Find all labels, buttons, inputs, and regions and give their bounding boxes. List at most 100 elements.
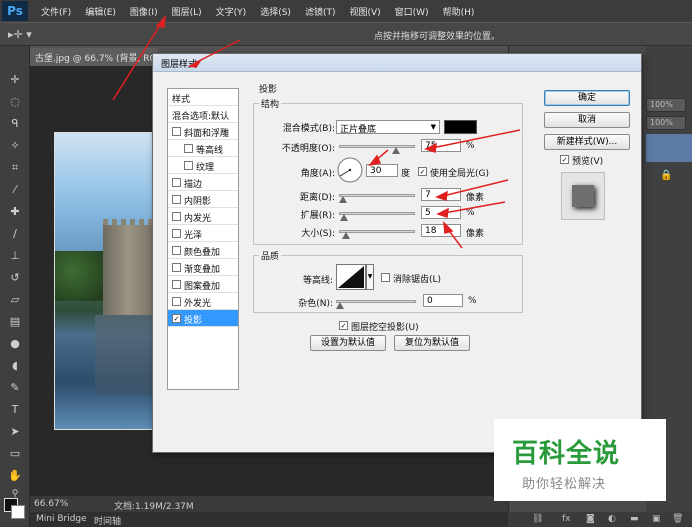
effect-item[interactable]: 渐变叠加: [168, 259, 238, 276]
effect-checkbox[interactable]: [172, 178, 181, 187]
clone-stamp-tool-icon[interactable]: ⊥: [7, 248, 23, 264]
noise-input[interactable]: 0: [423, 294, 463, 307]
spread-slider-track[interactable]: [339, 212, 415, 215]
menu-file[interactable]: 文件(F): [34, 5, 78, 18]
effect-checkbox[interactable]: [172, 280, 181, 289]
hand-tool-icon[interactable]: ✋: [7, 468, 23, 484]
size-slider-thumb[interactable]: [342, 232, 350, 239]
move-tool-preset-icon[interactable]: ▸✛ ▾: [8, 28, 32, 41]
tab-mini-bridge[interactable]: Mini Bridge: [36, 514, 87, 524]
effect-checkbox[interactable]: [172, 212, 181, 221]
antialias-checkbox[interactable]: [381, 273, 390, 282]
knockout-checkbox[interactable]: ✓: [339, 321, 348, 330]
effect-checkbox[interactable]: [172, 263, 181, 272]
ok-button[interactable]: 确定: [544, 90, 630, 106]
document-tab[interactable]: 古堡.jpg @ 66.7% (背景, RGB/8): [30, 48, 158, 66]
noise-slider-thumb[interactable]: [336, 302, 344, 309]
contour-dropdown-icon[interactable]: ▼: [366, 264, 374, 290]
type-tool-icon[interactable]: T: [7, 402, 23, 418]
opacity-slider-track[interactable]: [339, 145, 415, 148]
new-style-button[interactable]: 新建样式(W)...: [544, 134, 630, 150]
crop-tool-icon[interactable]: ⌗: [7, 160, 23, 176]
effect-checkbox[interactable]: [172, 246, 181, 255]
delete-layer-icon[interactable]: 🗑: [672, 514, 683, 524]
distance-slider-track[interactable]: [339, 194, 415, 197]
opacity-field[interactable]: 100%: [646, 98, 686, 112]
lasso-tool-icon[interactable]: ᑫ: [7, 116, 23, 132]
angle-dial[interactable]: [336, 156, 364, 184]
move-tool-icon[interactable]: ✛: [7, 72, 23, 88]
noise-slider-track[interactable]: [336, 300, 416, 303]
style-list-header[interactable]: 样式: [168, 89, 238, 106]
set-default-button[interactable]: 设置为默认值: [310, 335, 386, 351]
spread-slider-thumb[interactable]: [340, 214, 348, 221]
effect-item[interactable]: ✓ 投影: [168, 310, 238, 327]
effect-checkbox[interactable]: ✓: [172, 314, 181, 323]
preview-checkbox[interactable]: ✓: [560, 155, 569, 164]
link-layers-icon[interactable]: ⛓: [532, 514, 543, 524]
blending-options-item[interactable]: 混合选项:默认: [168, 106, 238, 123]
menu-edit[interactable]: 编辑(E): [78, 5, 123, 18]
cancel-button[interactable]: 取消: [544, 112, 630, 128]
menu-image[interactable]: 图像(I): [123, 5, 165, 18]
menu-select[interactable]: 选择(S): [253, 5, 298, 18]
global-light-checkbox[interactable]: ✓: [418, 167, 427, 176]
effect-item[interactable]: 内发光: [168, 208, 238, 225]
effect-checkbox[interactable]: [184, 144, 193, 153]
dialog-titlebar[interactable]: 图层样式: [153, 54, 641, 72]
opacity-slider-thumb[interactable]: [392, 147, 400, 154]
new-group-icon[interactable]: ▬: [630, 514, 639, 524]
magic-wand-tool-icon[interactable]: ✧: [7, 138, 23, 154]
path-selection-tool-icon[interactable]: ➤: [7, 424, 23, 440]
menu-window[interactable]: 窗口(W): [388, 5, 436, 18]
add-mask-icon[interactable]: ◙: [586, 514, 595, 524]
effect-checkbox[interactable]: [172, 229, 181, 238]
effect-checkbox[interactable]: [184, 161, 193, 170]
effect-item[interactable]: 纹理: [168, 157, 238, 174]
menu-filter[interactable]: 滤镜(T): [298, 5, 343, 18]
adjustment-layer-icon[interactable]: ◐: [608, 514, 616, 524]
menu-help[interactable]: 帮助(H): [436, 5, 482, 18]
spread-input[interactable]: 5: [421, 206, 461, 219]
menu-type[interactable]: 文字(Y): [209, 5, 254, 18]
eyedropper-tool-icon[interactable]: ⁄: [7, 182, 23, 198]
brush-tool-icon[interactable]: ∕: [7, 226, 23, 242]
effect-item[interactable]: 内阴影: [168, 191, 238, 208]
shape-tool-icon[interactable]: ▭: [7, 446, 23, 462]
contour-picker[interactable]: [336, 264, 366, 290]
eraser-tool-icon[interactable]: ▱: [7, 292, 23, 308]
effect-item[interactable]: 外发光: [168, 293, 238, 310]
blur-tool-icon[interactable]: ●: [7, 336, 23, 352]
history-brush-tool-icon[interactable]: ↺: [7, 270, 23, 286]
blend-mode-select[interactable]: 正片叠底 ▼: [336, 120, 440, 135]
opacity-input[interactable]: 75: [421, 139, 461, 152]
effect-checkbox[interactable]: [172, 195, 181, 204]
effect-checkbox[interactable]: [172, 297, 181, 306]
distance-slider-thumb[interactable]: [339, 196, 347, 203]
angle-input[interactable]: 30: [366, 164, 398, 177]
effect-item[interactable]: 斜面和浮雕: [168, 123, 238, 140]
effect-item[interactable]: 图案叠加: [168, 276, 238, 293]
gradient-tool-icon[interactable]: ▤: [7, 314, 23, 330]
fx-icon[interactable]: fx: [562, 514, 571, 524]
zoom-level[interactable]: 66.67%: [34, 499, 68, 509]
size-slider-track[interactable]: [339, 230, 415, 233]
tab-timeline[interactable]: 时间轴: [94, 514, 121, 527]
selected-layer-row[interactable]: [646, 134, 692, 162]
effect-item[interactable]: 描边: [168, 174, 238, 191]
pen-tool-icon[interactable]: ✎: [7, 380, 23, 396]
shadow-color-swatch[interactable]: [444, 120, 477, 134]
marquee-tool-icon[interactable]: ◌: [7, 94, 23, 110]
fill-field[interactable]: 100%: [646, 116, 686, 130]
dodge-tool-icon[interactable]: ◖: [7, 358, 23, 374]
reset-default-button[interactable]: 复位为默认值: [394, 335, 470, 351]
menu-layer[interactable]: 图层(L): [165, 5, 209, 18]
distance-input[interactable]: 7: [421, 188, 461, 201]
new-layer-icon[interactable]: ▣: [652, 514, 661, 524]
menu-view[interactable]: 视图(V): [342, 5, 387, 18]
effect-item[interactable]: 光泽: [168, 225, 238, 242]
healing-brush-tool-icon[interactable]: ✚: [7, 204, 23, 220]
background-color-swatch[interactable]: [11, 505, 25, 519]
size-input[interactable]: 18: [421, 224, 461, 237]
effect-item[interactable]: 颜色叠加: [168, 242, 238, 259]
